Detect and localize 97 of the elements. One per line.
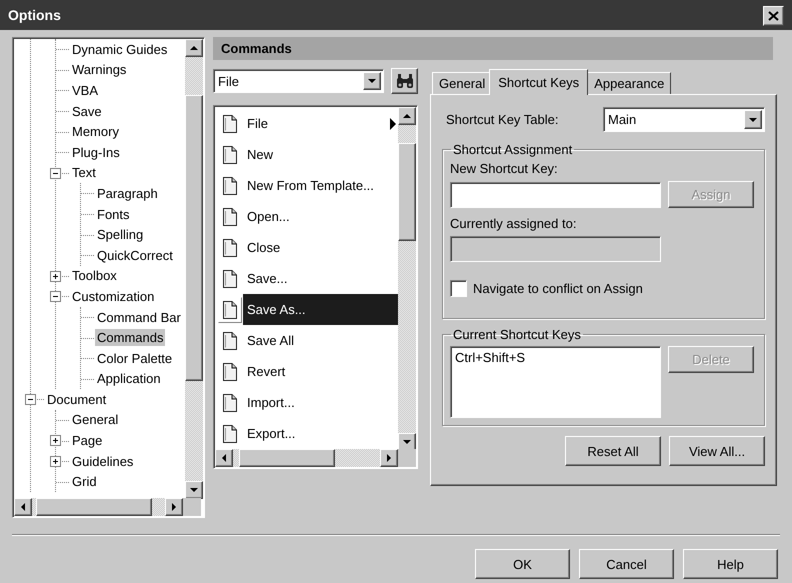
- tree-item[interactable]: Fonts: [95, 206, 132, 223]
- scroll-right-button[interactable]: [380, 449, 398, 467]
- scroll-right-button[interactable]: [165, 498, 183, 516]
- triangle-left-icon: [222, 454, 226, 462]
- tree-item[interactable]: Memory: [70, 123, 121, 140]
- document-icon: [222, 176, 238, 196]
- tree-item[interactable]: Spelling: [95, 226, 146, 244]
- triangle-up-icon: [190, 46, 198, 50]
- shortcut-key-item[interactable]: Ctrl+Shift+S: [455, 350, 656, 365]
- tree-item[interactable]: Warnings: [70, 61, 128, 78]
- field-label: Shortcut Key Table:: [446, 112, 558, 127]
- scrollbar-thumb[interactable]: [239, 449, 335, 467]
- binoculars-icon: [394, 73, 414, 89]
- document-icon: [222, 300, 238, 320]
- checkbox[interactable]: [450, 280, 467, 297]
- command-item[interactable]: Export...: [243, 418, 398, 449]
- triangle-down-icon: [190, 488, 198, 492]
- field-label: Currently assigned to:: [450, 216, 578, 231]
- collapse-icon[interactable]: [50, 291, 61, 302]
- tree-item[interactable]: Text: [70, 164, 98, 182]
- command-item[interactable]: Save As...: [243, 294, 398, 325]
- command-item[interactable]: New: [243, 139, 398, 170]
- tree-item[interactable]: VBA: [70, 82, 100, 99]
- tree-item[interactable]: Toolbox: [70, 267, 119, 284]
- document-icon: [222, 114, 238, 134]
- reset-all-button[interactable]: Reset All: [565, 436, 661, 466]
- shortcut-key-field[interactable]: [450, 182, 661, 208]
- view-all-button[interactable]: View All...: [669, 436, 765, 466]
- checkbox-label: Navigate to conflict on Assign: [473, 281, 643, 296]
- tree-item[interactable]: Application: [95, 370, 163, 388]
- command-item[interactable]: Close: [243, 232, 398, 263]
- scroll-up-button[interactable]: [398, 107, 416, 125]
- group-title: Shortcut Assignment: [452, 142, 574, 157]
- section-header: Commands: [213, 37, 773, 60]
- document-icon: [222, 392, 238, 412]
- scrollbar-corner: [183, 498, 201, 516]
- tab[interactable]: Appearance: [587, 72, 672, 94]
- document-icon: [222, 330, 238, 350]
- scroll-left-button[interactable]: [14, 498, 32, 516]
- command-item[interactable]: Save All: [243, 325, 398, 356]
- expand-icon[interactable]: [50, 456, 61, 467]
- tree-item[interactable]: Document: [45, 390, 108, 408]
- triangle-down-icon: [403, 440, 411, 444]
- document-icon: [222, 238, 238, 258]
- tree-item[interactable]: Paragraph: [95, 184, 160, 202]
- tree-item[interactable]: Color Palette: [95, 350, 174, 367]
- triangle-down-icon: [368, 79, 376, 83]
- find-button[interactable]: [391, 68, 418, 94]
- collapse-icon[interactable]: [25, 394, 36, 406]
- tree-item[interactable]: QuickCorrect: [95, 246, 175, 264]
- window-title: Options: [8, 7, 61, 23]
- scrollbar-thumb[interactable]: [185, 95, 203, 381]
- tree-item[interactable]: Commands: [95, 329, 166, 346]
- document-icon: [222, 206, 238, 226]
- tree-item[interactable]: Dynamic Guides: [70, 40, 170, 58]
- expand-icon[interactable]: [50, 435, 61, 446]
- close-button[interactable]: [763, 6, 784, 26]
- command-item[interactable]: Open...: [243, 201, 398, 232]
- scroll-up-button[interactable]: [185, 39, 203, 57]
- triangle-right-icon: [172, 503, 176, 511]
- triangle-right-icon: [387, 454, 391, 462]
- cancel-button[interactable]: Cancel: [579, 549, 674, 579]
- triangle-down-icon: [749, 118, 757, 122]
- scroll-down-button[interactable]: [185, 481, 203, 499]
- tree-item[interactable]: Save: [70, 102, 104, 120]
- tab[interactable]: Shortcut Keys: [489, 69, 588, 95]
- command-item[interactable]: Import...: [243, 387, 398, 418]
- tree-item[interactable]: Plug-Ins: [70, 144, 122, 161]
- document-icon: [222, 144, 238, 164]
- tree-item[interactable]: Grid: [70, 473, 99, 490]
- tree-item[interactable]: General: [70, 411, 120, 428]
- field-label: New Shortcut Key:: [450, 161, 559, 176]
- command-item[interactable]: File: [243, 108, 390, 139]
- command-item[interactable]: Revert: [243, 356, 398, 387]
- ok-button[interactable]: OK: [475, 549, 570, 579]
- shortcut-table-dropdown[interactable]: Main: [603, 107, 765, 132]
- scrollbar-thumb[interactable]: [398, 143, 416, 241]
- category-dropdown[interactable]: File: [213, 69, 384, 93]
- document-icon: [222, 362, 238, 382]
- group-title: Current Shortcut Keys: [452, 327, 582, 342]
- scrollbar-corner: [398, 449, 416, 467]
- document-icon: [222, 268, 238, 288]
- document-icon: [222, 424, 238, 444]
- tree-item[interactable]: Command Bar: [95, 308, 183, 326]
- triangle-up-icon: [403, 114, 411, 118]
- help-button[interactable]: Help: [683, 549, 778, 579]
- collapse-icon[interactable]: [50, 168, 61, 179]
- expand-icon[interactable]: [50, 270, 61, 282]
- close-icon: [768, 10, 779, 20]
- tree-item[interactable]: Guidelines: [70, 452, 136, 470]
- command-item[interactable]: New From Template...: [243, 170, 398, 201]
- triangle-left-icon: [21, 503, 25, 511]
- command-item[interactable]: Save...: [243, 263, 398, 294]
- tree-item[interactable]: Customization: [70, 288, 156, 305]
- scrollbar-thumb[interactable]: [36, 498, 152, 516]
- tree-item[interactable]: Page: [70, 432, 104, 450]
- scroll-left-button[interactable]: [215, 449, 233, 467]
